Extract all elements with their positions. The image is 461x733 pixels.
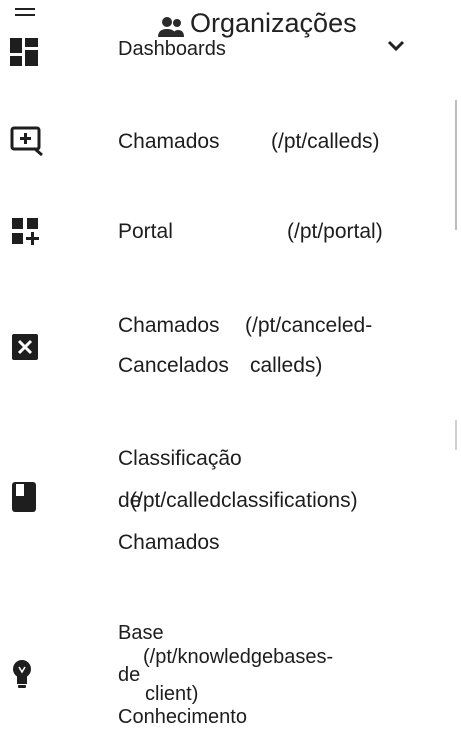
dashboard-icon (10, 38, 38, 66)
nav-item-canceled-label-2[interactable]: Cancelados (118, 350, 229, 381)
nav-item-kb-path-1[interactable]: (/pt/knowledgebases- (143, 642, 333, 673)
nav-item-classif-label-3[interactable]: Chamados (118, 527, 220, 558)
menu-icon[interactable] (12, 8, 38, 22)
nav-item-classif-label-1[interactable]: Classificação (118, 443, 242, 474)
divider (455, 420, 457, 450)
add-to-queue-icon (10, 126, 43, 157)
nav-item-canceled-path-2[interactable]: calleds) (250, 350, 322, 381)
nav-item-kb-label-2[interactable]: de (118, 660, 140, 691)
lightbulb-icon (13, 660, 31, 688)
book-icon (12, 482, 36, 512)
grid-add-icon (12, 218, 39, 245)
nav-item-dashboards[interactable]: Dashboards (118, 34, 226, 65)
nav-item-kb-path-2[interactable]: client) (145, 679, 198, 710)
nav-item-called-label[interactable]: Chamados (118, 126, 220, 157)
chevron-down-icon[interactable] (387, 40, 405, 52)
nav-item-canceled-path-1[interactable]: (/pt/canceled- (245, 310, 372, 341)
scrollbar-track[interactable] (455, 100, 457, 230)
nav-item-canceled-label-1[interactable]: Chamados (118, 310, 220, 341)
nav-item-portal-label[interactable]: Portal (118, 216, 173, 247)
cancel-box-icon (12, 334, 38, 360)
nav-item-called-path[interactable]: (/pt/calleds) (271, 126, 380, 157)
nav-item-portal-path[interactable]: (/pt/portal) (287, 216, 383, 247)
nav-item-classif-path[interactable]: (/pt/calledclassifications) (130, 485, 358, 516)
